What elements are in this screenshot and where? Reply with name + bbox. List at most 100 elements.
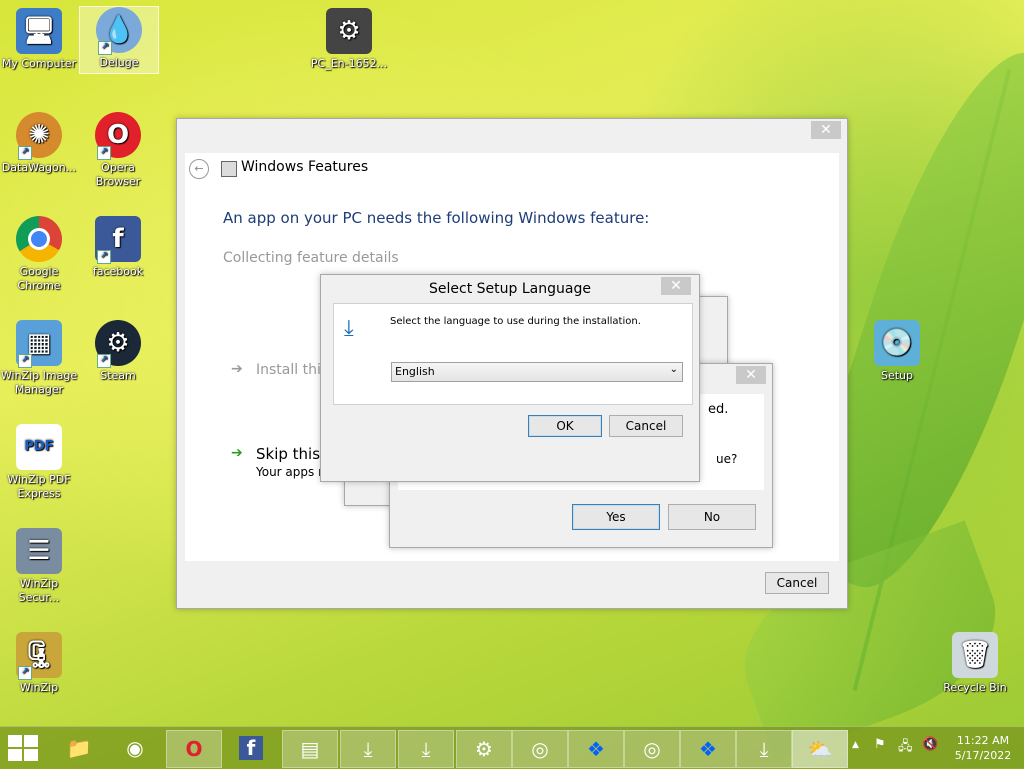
dropbox-icon: ❖ <box>699 737 717 761</box>
download-icon: ⤓ <box>363 737 373 761</box>
taskbar-file-explorer[interactable]: 📁 <box>52 730 106 766</box>
taskbar-weather[interactable]: ⛅ <box>792 730 848 768</box>
pdf-icon: PDF <box>16 424 62 470</box>
windows-logo-pane <box>8 735 22 747</box>
taskbar: 📁 ◉ O f ▤ ⤓ ⤓ ⚙ ◎ ❖ ◎ ❖ ⤓ ⛅ ▲ ⚑ 🖧 🔇 11:2… <box>0 726 1024 769</box>
skip-option-label[interactable]: Skip this <box>256 445 320 463</box>
start-button[interactable] <box>8 735 38 761</box>
opera-icon: ↗ O <box>95 112 141 160</box>
taskbar-facebook[interactable]: f <box>224 730 278 766</box>
windows-features-title: Windows Features <box>241 159 369 175</box>
winzip-secure-icon: ☰ <box>16 528 62 574</box>
taskbar-disc-1[interactable]: ◎ <box>512 730 568 768</box>
desktop-icon-label: facebook <box>92 265 144 278</box>
desktop-icon-label: Recycle Bin <box>943 681 1007 694</box>
steam-icon: ↗ ⚙ <box>95 320 141 368</box>
taskbar-setup-3[interactable]: ⤓ <box>736 730 792 768</box>
facebook-icon: f <box>238 736 264 760</box>
windows-features-cancel-button[interactable]: Cancel <box>765 572 829 594</box>
desktop-icon-datawagon[interactable]: ↗ ✺ DataWagon... <box>0 112 78 175</box>
collecting-status: Collecting feature details <box>223 250 399 266</box>
desktop-icon-setup[interactable]: 💿 Setup <box>858 320 936 383</box>
install-arrow-icon: ➔ <box>231 361 243 377</box>
windows-features-icon <box>221 161 237 177</box>
desktop-icon-winzip-secure[interactable]: ☰ WinZip Secur... <box>0 528 78 605</box>
chevron-down-icon: ⌄ <box>669 364 678 375</box>
desktop-icon-deluge[interactable]: ↗ 💧 Deluge <box>79 6 159 74</box>
desktop-icon-label: Opera Browser <box>95 161 141 188</box>
windows-logo-pane <box>8 749 22 761</box>
computer-icon: 🖥 <box>16 8 62 54</box>
desktop-icon-label: WinZip PDF Express <box>7 473 71 500</box>
desktop-icon-label: My Computer <box>1 57 77 70</box>
setup-language-cancel-button[interactable]: Cancel <box>609 415 683 437</box>
desktop-icon-label: Google Chrome <box>17 265 61 292</box>
installer-icon: ⚙ <box>326 8 372 54</box>
taskbar-disc-2[interactable]: ◎ <box>624 730 680 768</box>
network-icon[interactable]: 🖧 <box>898 737 913 759</box>
setup-language-content: ⤓ Select the language to use during the … <box>333 303 693 405</box>
download-icon: ⤓ <box>759 737 769 761</box>
desktop-icon-steam[interactable]: ↗ ⚙ Steam <box>79 320 157 383</box>
taskbar-opera[interactable]: O <box>166 730 222 768</box>
setup-language-instruction: Select the language to use during the in… <box>390 316 641 327</box>
taskbar-setup-1[interactable]: ⤓ <box>340 730 396 768</box>
taskbar-dropbox-1[interactable]: ❖ <box>568 730 624 768</box>
tray-overflow-icon[interactable]: ▲ <box>852 740 859 750</box>
desktop-icon-my-computer[interactable]: 🖥 My Computer <box>0 8 78 71</box>
disc-icon: ◎ <box>531 737 549 761</box>
question-dialog-text: ed. <box>708 402 729 417</box>
clock-time: 11:22 AM <box>956 734 1010 747</box>
windows-logo-pane <box>24 735 38 747</box>
language-select-value: English <box>395 365 435 378</box>
disc-icon: ◎ <box>643 737 661 761</box>
flag-icon[interactable]: ⚑ <box>874 737 886 752</box>
yes-button[interactable]: Yes <box>572 504 660 530</box>
datawagon-icon: ↗ ✺ <box>16 112 62 160</box>
desktop-icon-label: WinZip <box>19 681 59 694</box>
taskbar-chrome[interactable]: ◉ <box>108 730 162 766</box>
desktop-icon-winzip-image-manager[interactable]: ↗ ▦ WinZip Image Manager <box>0 320 78 397</box>
installer-icon: ⚙ <box>475 737 493 761</box>
volume-muted-icon[interactable]: 🔇 <box>922 737 938 752</box>
desktop-icon-label: Setup <box>880 369 914 382</box>
winzip-icon: ↗ 🗜 <box>16 632 62 680</box>
windows-logo-pane <box>24 749 38 761</box>
skip-arrow-icon: ➔ <box>231 445 243 461</box>
desktop-icon-chrome[interactable]: Google Chrome <box>0 216 78 293</box>
winzip-image-icon: ↗ ▦ <box>16 320 62 368</box>
taskbar-dropbox-2[interactable]: ❖ <box>680 730 736 768</box>
desktop-icon-winzip-pdf[interactable]: PDF WinZip PDF Express <box>0 424 78 501</box>
question-dialog-close-button[interactable]: ✕ <box>736 366 766 384</box>
desktop-icon-opera[interactable]: ↗ O Opera Browser <box>79 112 157 189</box>
download-icon: ⤓ <box>421 737 431 761</box>
clock-date: 5/17/2022 <box>954 749 1012 762</box>
windows-features-close-button[interactable]: ✕ <box>811 121 841 139</box>
no-button[interactable]: No <box>668 504 756 530</box>
desktop-icon-label: PC_En-1652... <box>310 57 388 70</box>
question-dialog-question: ue? <box>716 452 738 466</box>
desktop-icon-label: Steam <box>100 369 136 382</box>
desktop-icon-label: DataWagon... <box>1 161 77 174</box>
setup-language-title: Select Setup Language <box>429 281 591 297</box>
desktop-icon-recycle-bin[interactable]: 🗑 Recycle Bin <box>936 632 1014 695</box>
taskbar-setup-2[interactable]: ⤓ <box>398 730 454 768</box>
desktop-icon-label: WinZip Secur... <box>18 577 60 604</box>
weather-icon: ⛅ <box>807 737 833 761</box>
setup-icon: 💿 <box>874 320 920 366</box>
taskbar-windows-features[interactable]: ▤ <box>282 730 338 768</box>
desktop-icon-facebook[interactable]: ↗ f facebook <box>79 216 157 279</box>
ok-button[interactable]: OK <box>528 415 602 437</box>
clock[interactable]: 11:22 AM 5/17/2022 <box>948 733 1018 763</box>
chrome-icon <box>16 216 62 262</box>
install-option-label[interactable]: Install thi <box>256 362 321 378</box>
desktop-icon-pc-en[interactable]: ⚙ PC_En-1652... <box>310 8 388 71</box>
back-arrow-icon[interactable]: ← <box>189 159 209 179</box>
language-select[interactable]: English ⌄ <box>391 362 683 382</box>
desktop-icon-winzip[interactable]: ↗ 🗜 WinZip <box>0 632 78 695</box>
dropbox-icon: ❖ <box>587 737 605 761</box>
desktop-icon-label: Deluge <box>99 56 139 69</box>
taskbar-installer[interactable]: ⚙ <box>456 730 512 768</box>
desktop-icon-label: WinZip Image Manager <box>0 369 78 396</box>
recycle-bin-icon: 🗑 <box>952 632 998 678</box>
